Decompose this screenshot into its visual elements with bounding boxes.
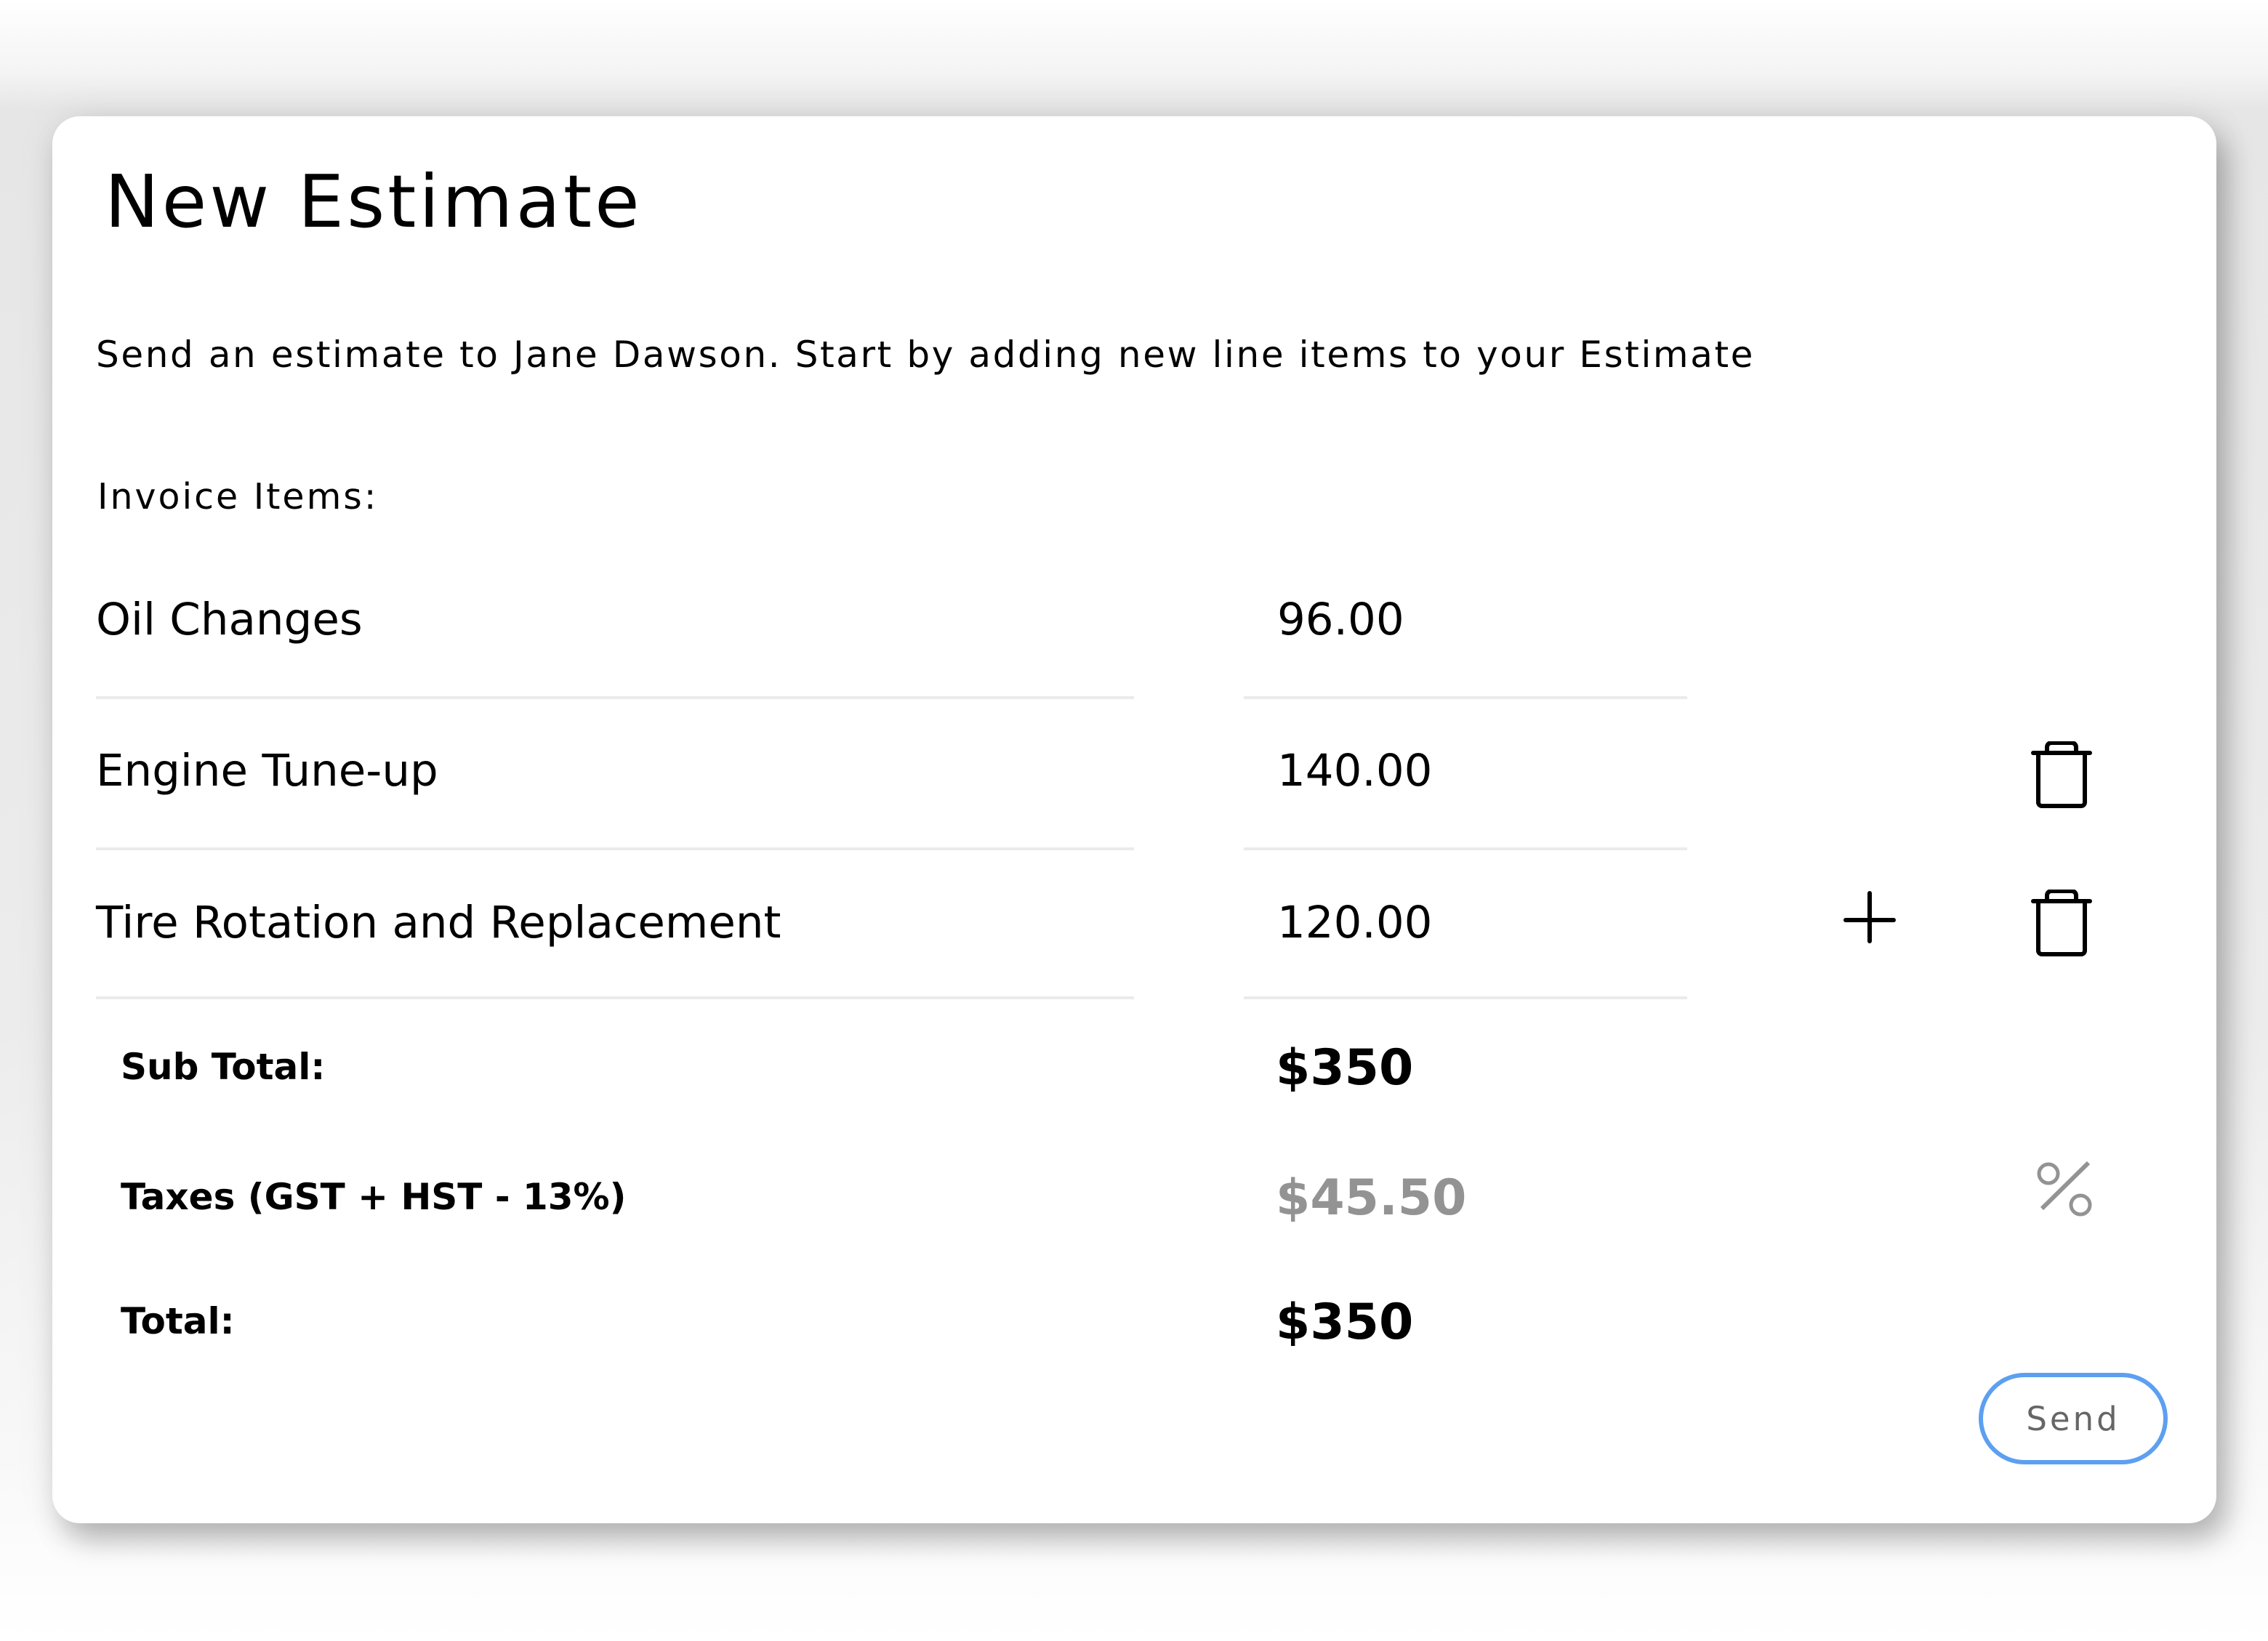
item-amount-input[interactable]: 140.00: [1277, 742, 1432, 800]
trash-icon[interactable]: [2031, 741, 2092, 810]
item-amount-underline: [1244, 847, 1687, 850]
total-label: Total:: [121, 1300, 235, 1342]
send-button[interactable]: Send: [1979, 1373, 2168, 1464]
item-name-input[interactable]: Tire Rotation and Replacement: [96, 894, 781, 952]
estimate-description: Send an estimate to Jane Dawson. Start b…: [96, 334, 1756, 376]
trash-icon[interactable]: [2031, 890, 2092, 958]
item-name-input[interactable]: Engine Tune-up: [96, 742, 438, 800]
taxes-label: Taxes (GST + HST - 13%): [121, 1176, 627, 1218]
invoice-items-label: Invoice Items:: [97, 476, 379, 517]
taxes-value: $45.50: [1276, 1169, 1467, 1227]
percent-icon[interactable]: [2034, 1160, 2095, 1219]
subtotal-value: $350: [1276, 1039, 1414, 1097]
item-name-underline: [96, 847, 1134, 850]
item-amount-input[interactable]: 96.00: [1277, 591, 1404, 649]
new-estimate-card: New Estimate Send an estimate to Jane Da…: [52, 116, 2216, 1523]
plus-icon[interactable]: [1843, 891, 1896, 943]
item-amount-underline: [1244, 996, 1687, 999]
item-amount-underline: [1244, 696, 1687, 699]
subtotal-label: Sub Total:: [121, 1046, 326, 1088]
item-name-underline: [96, 996, 1134, 999]
item-amount-input[interactable]: 120.00: [1277, 894, 1432, 952]
item-name-underline: [96, 696, 1134, 699]
total-value: $350: [1276, 1294, 1414, 1351]
page-title: New Estimate: [105, 159, 643, 244]
item-name-input[interactable]: Oil Changes: [96, 591, 363, 649]
